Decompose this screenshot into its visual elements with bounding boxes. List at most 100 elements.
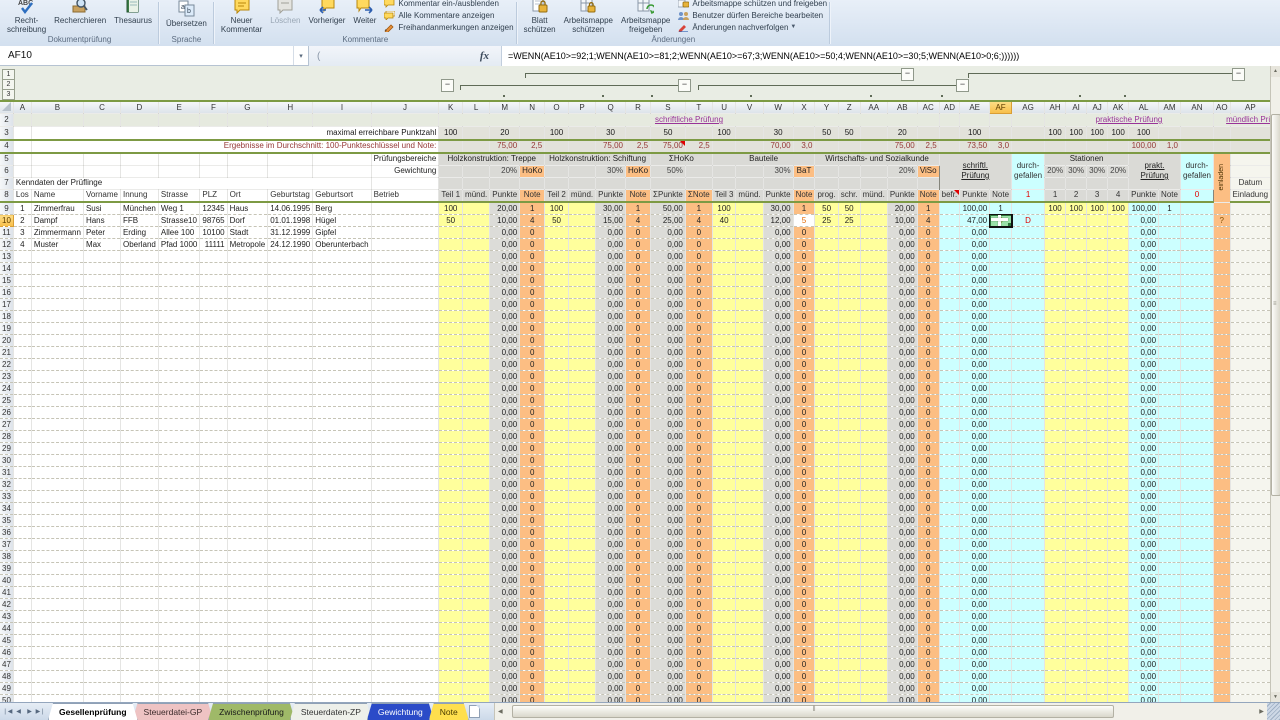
cell-V18[interactable] [736,311,763,323]
cell-I23[interactable] [313,371,371,383]
cell-S49[interactable]: 0,00 [651,683,686,695]
cell-S22[interactable]: 0,00 [651,359,686,371]
cell-AN31[interactable] [1180,467,1213,479]
cell-AD26[interactable] [939,407,960,419]
cell-AB14[interactable]: 0,00 [887,263,917,275]
cell-Y24[interactable] [815,383,838,395]
cell-G25[interactable] [227,395,268,407]
cell-AD33[interactable] [939,491,960,503]
cell-AK27[interactable] [1108,419,1129,431]
cell-G28[interactable] [227,431,268,443]
cell-AC3[interactable] [917,127,939,140]
cell-C5[interactable] [83,153,120,166]
column-header-I[interactable]: I [313,101,371,114]
vertical-scroll-thumb[interactable] [1271,114,1280,496]
cell-D29[interactable] [120,443,158,455]
cell-C29[interactable] [83,443,120,455]
cell-M45[interactable]: 0,00 [490,635,520,647]
cell-M38[interactable]: 0,00 [490,551,520,563]
cell-L31[interactable] [463,467,490,479]
cell-K7[interactable] [439,177,463,189]
cell-S40[interactable]: 0,00 [651,575,686,587]
cell-AN26[interactable] [1180,407,1213,419]
cell-AF24[interactable] [990,383,1012,395]
cell-AB23[interactable]: 0,00 [887,371,917,383]
cell-AD28[interactable] [939,431,960,443]
row-header-38[interactable]: 38 [0,551,13,563]
cell-AM25[interactable] [1159,395,1181,407]
cell-U3[interactable]: 100 [712,127,736,140]
cell-J21[interactable] [371,347,439,359]
cell-H42[interactable] [268,599,313,611]
cell-W6[interactable]: 30% [763,165,793,177]
cell-P45[interactable] [568,635,595,647]
cell-X20[interactable]: 0 [793,335,815,347]
cell-Z3[interactable]: 50 [838,127,860,140]
cell-S15[interactable]: 0,00 [651,275,686,287]
cell-AG9[interactable] [1012,202,1045,215]
cell-K45[interactable] [439,635,463,647]
cell-D25[interactable] [120,395,158,407]
cell-S29[interactable]: 0,00 [651,443,686,455]
cell-X7[interactable] [793,177,815,189]
cell-H36[interactable] [268,527,313,539]
cell-AD37[interactable] [939,539,960,551]
cell-I31[interactable] [313,467,371,479]
cell-O3[interactable]: 100 [545,127,569,140]
cell-Y14[interactable] [815,263,838,275]
cell-R24[interactable]: 0 [626,383,651,395]
cell-Z12[interactable] [838,239,860,251]
cell-M19[interactable]: 0,00 [490,323,520,335]
cell-L10[interactable] [463,215,490,227]
cell-AP25[interactable] [1230,395,1271,407]
cell-Q13[interactable]: 0,00 [596,251,626,263]
cell-AM21[interactable] [1159,347,1181,359]
cell-Q20[interactable]: 0,00 [596,335,626,347]
cell-N14[interactable]: 0 [520,263,545,275]
cell-X31[interactable]: 0 [793,467,815,479]
cell-Z39[interactable] [838,563,860,575]
cell-X34[interactable]: 0 [793,503,815,515]
cell-K30[interactable] [439,455,463,467]
cell-AL40[interactable]: 0,00 [1129,575,1159,587]
cell-U32[interactable] [712,479,736,491]
cell-F16[interactable] [200,287,227,299]
cell-V48[interactable] [736,671,763,683]
cell-U16[interactable] [712,287,736,299]
cell-W39[interactable]: 0,00 [763,563,793,575]
cell-AI34[interactable] [1066,503,1087,515]
cell-X25[interactable]: 0 [793,395,815,407]
thesaurus-button[interactable]: Thesaurus [110,0,156,25]
cell-Z15[interactable] [838,275,860,287]
cell-AK32[interactable] [1108,479,1129,491]
cell-AP29[interactable] [1230,443,1271,455]
cell-AM17[interactable] [1159,299,1181,311]
cell-P30[interactable] [568,455,595,467]
cell-R40[interactable]: 0 [626,575,651,587]
cell-AE16[interactable]: 0,00 [960,287,990,299]
cell-N47[interactable]: 0 [520,659,545,671]
cell-AD46[interactable] [939,647,960,659]
cell-V20[interactable] [736,335,763,347]
cell-AP48[interactable] [1230,671,1271,683]
cell-D42[interactable] [120,599,158,611]
cell-F24[interactable] [200,383,227,395]
cell-K19[interactable] [439,323,463,335]
cell-AL28[interactable]: 0,00 [1129,431,1159,443]
cell-V14[interactable] [736,263,763,275]
cell-R34[interactable]: 0 [626,503,651,515]
cell-J27[interactable] [371,419,439,431]
cell-Z36[interactable] [838,527,860,539]
cell-K29[interactable] [439,443,463,455]
cell-AA3[interactable] [860,127,887,140]
cell-AJ29[interactable] [1087,443,1108,455]
cell-Z19[interactable] [838,323,860,335]
cell-U17[interactable] [712,299,736,311]
cell-W24[interactable]: 0,00 [763,383,793,395]
cell-AO40[interactable] [1213,575,1230,587]
cell-W30[interactable]: 0,00 [763,455,793,467]
cell-AJ22[interactable] [1087,359,1108,371]
cell-A23[interactable] [13,371,31,383]
cell-AK30[interactable] [1108,455,1129,467]
cell-AE18[interactable]: 0,00 [960,311,990,323]
